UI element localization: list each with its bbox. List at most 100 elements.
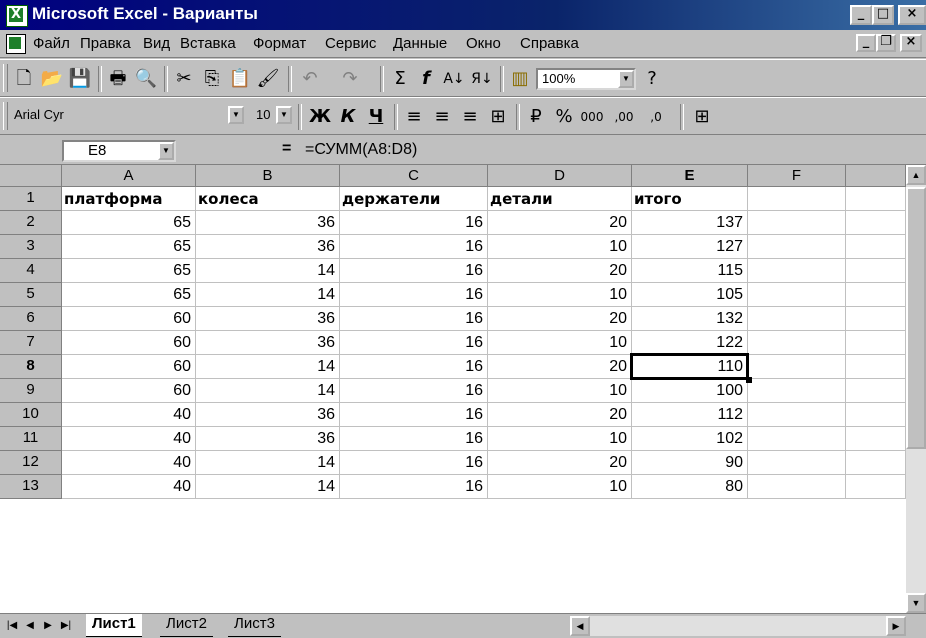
cell-B3[interactable]: 36 xyxy=(196,235,340,259)
cell-D13[interactable]: 10 xyxy=(488,475,632,499)
format-painter-icon[interactable]: 🖌 xyxy=(256,67,280,91)
cell-B9[interactable]: 14 xyxy=(196,379,340,403)
cell-empty[interactable] xyxy=(846,403,906,427)
align-left-icon[interactable]: ≡ xyxy=(402,105,426,129)
row-header-3[interactable]: 3 xyxy=(0,235,62,259)
undo-icon[interactable]: ↶ xyxy=(298,67,322,91)
column-header-F[interactable]: F xyxy=(748,165,846,187)
prev-sheet-icon[interactable]: ◀ xyxy=(22,617,38,635)
cell-E8[interactable]: 110 xyxy=(632,355,748,379)
cell-B2[interactable]: 36 xyxy=(196,211,340,235)
cell-F5[interactable] xyxy=(748,283,846,307)
cell-B10[interactable]: 36 xyxy=(196,403,340,427)
cell-A10[interactable]: 40 xyxy=(62,403,196,427)
open-icon[interactable]: 📂 xyxy=(40,67,64,91)
cell-empty[interactable] xyxy=(846,331,906,355)
cell-empty[interactable] xyxy=(846,187,906,211)
font-size-select[interactable]: 10 ▼ xyxy=(252,106,292,128)
chevron-down-icon[interactable]: ▼ xyxy=(228,106,244,124)
cell-C4[interactable]: 16 xyxy=(340,259,488,283)
menu-tools[interactable]: Сервис xyxy=(325,35,376,52)
cell-B13[interactable]: 14 xyxy=(196,475,340,499)
cell-B1[interactable]: колеса xyxy=(196,187,340,211)
toolbar-grip[interactable] xyxy=(3,64,8,92)
first-sheet-icon[interactable]: |◀ xyxy=(4,617,20,635)
cell-F13[interactable] xyxy=(748,475,846,499)
cell-E2[interactable]: 137 xyxy=(632,211,748,235)
excel-app-icon[interactable] xyxy=(6,5,28,27)
paste-icon[interactable]: 📋 xyxy=(228,67,252,91)
minimize-button[interactable]: _ xyxy=(850,5,872,25)
cell-D6[interactable]: 20 xyxy=(488,307,632,331)
cell-F7[interactable] xyxy=(748,331,846,355)
menu-data[interactable]: Данные xyxy=(393,35,447,52)
row-header-12[interactable]: 12 xyxy=(0,451,62,475)
save-icon[interactable]: 💾 xyxy=(68,67,92,91)
cell-E10[interactable]: 112 xyxy=(632,403,748,427)
cell-E9[interactable]: 100 xyxy=(632,379,748,403)
row-header-1[interactable]: 1 xyxy=(0,187,62,211)
column-header-A[interactable]: A xyxy=(62,165,196,187)
copy-icon[interactable]: ⎘ xyxy=(200,67,224,91)
cell-D3[interactable]: 10 xyxy=(488,235,632,259)
sort-ascending-icon[interactable]: A↓ xyxy=(442,67,466,91)
restore-button[interactable]: □ xyxy=(872,5,894,25)
row-header-9[interactable]: 9 xyxy=(0,379,62,403)
cell-E3[interactable]: 127 xyxy=(632,235,748,259)
scroll-right-icon[interactable]: ▶ xyxy=(886,616,906,636)
row-header-11[interactable]: 11 xyxy=(0,427,62,451)
cell-C10[interactable]: 16 xyxy=(340,403,488,427)
zoom-select[interactable]: 100% ▼ xyxy=(536,68,636,90)
menu-window[interactable]: Окно xyxy=(466,35,501,52)
font-select[interactable]: Arial Cyr ▼ xyxy=(8,106,244,128)
cell-E4[interactable]: 115 xyxy=(632,259,748,283)
row-header-10[interactable]: 10 xyxy=(0,403,62,427)
bold-icon[interactable]: Ж xyxy=(308,105,332,129)
column-header-D[interactable]: D xyxy=(488,165,632,187)
column-header-B[interactable]: B xyxy=(196,165,340,187)
cell-F10[interactable] xyxy=(748,403,846,427)
cell-A1[interactable]: платформа xyxy=(62,187,196,211)
cell-C3[interactable]: 16 xyxy=(340,235,488,259)
cell-F12[interactable] xyxy=(748,451,846,475)
row-header-4[interactable]: 4 xyxy=(0,259,62,283)
cell-C12[interactable]: 16 xyxy=(340,451,488,475)
row-header-5[interactable]: 5 xyxy=(0,283,62,307)
cell-F3[interactable] xyxy=(748,235,846,259)
underline-icon[interactable]: Ч xyxy=(364,105,388,129)
equals-sign[interactable]: = xyxy=(282,140,291,158)
row-header-7[interactable]: 7 xyxy=(0,331,62,355)
cell-E5[interactable]: 105 xyxy=(632,283,748,307)
cell-A2[interactable]: 65 xyxy=(62,211,196,235)
print-icon[interactable]: 🖶 xyxy=(106,67,130,91)
cell-C13[interactable]: 16 xyxy=(340,475,488,499)
cell-C11[interactable]: 16 xyxy=(340,427,488,451)
cell-E11[interactable]: 102 xyxy=(632,427,748,451)
horizontal-scrollbar[interactable]: ◀ ▶ xyxy=(570,616,906,636)
cell-A11[interactable]: 40 xyxy=(62,427,196,451)
cell-D8[interactable]: 20 xyxy=(488,355,632,379)
cell-D9[interactable]: 10 xyxy=(488,379,632,403)
cell-A5[interactable]: 65 xyxy=(62,283,196,307)
print-preview-icon[interactable]: 🔍 xyxy=(134,67,158,91)
menu-insert[interactable]: Вставка xyxy=(180,35,236,52)
cell-F9[interactable] xyxy=(748,379,846,403)
spreadsheet-grid[interactable]: A B C D E F 1 платформа колеса держатели детали ито… xyxy=(0,165,906,613)
redo-icon[interactable]: ↷ xyxy=(338,67,362,91)
cell-E7[interactable]: 122 xyxy=(632,331,748,355)
vertical-scrollbar[interactable]: ▲ ▼ xyxy=(906,165,926,613)
cell-F8[interactable] xyxy=(748,355,846,379)
cell-C6[interactable]: 16 xyxy=(340,307,488,331)
increase-decimal-icon[interactable]: ,00 xyxy=(612,105,636,129)
cell-C5[interactable]: 16 xyxy=(340,283,488,307)
cell-D5[interactable]: 10 xyxy=(488,283,632,307)
decrease-decimal-icon[interactable]: ,0 xyxy=(644,105,668,129)
row-header-6[interactable]: 6 xyxy=(0,307,62,331)
cell-empty[interactable] xyxy=(846,379,906,403)
cell-F1[interactable] xyxy=(748,187,846,211)
cell-C1[interactable]: держатели xyxy=(340,187,488,211)
cell-F6[interactable] xyxy=(748,307,846,331)
menu-help[interactable]: Справка xyxy=(520,35,579,52)
next-sheet-icon[interactable]: ▶ xyxy=(40,617,56,635)
cell-C8[interactable]: 16 xyxy=(340,355,488,379)
